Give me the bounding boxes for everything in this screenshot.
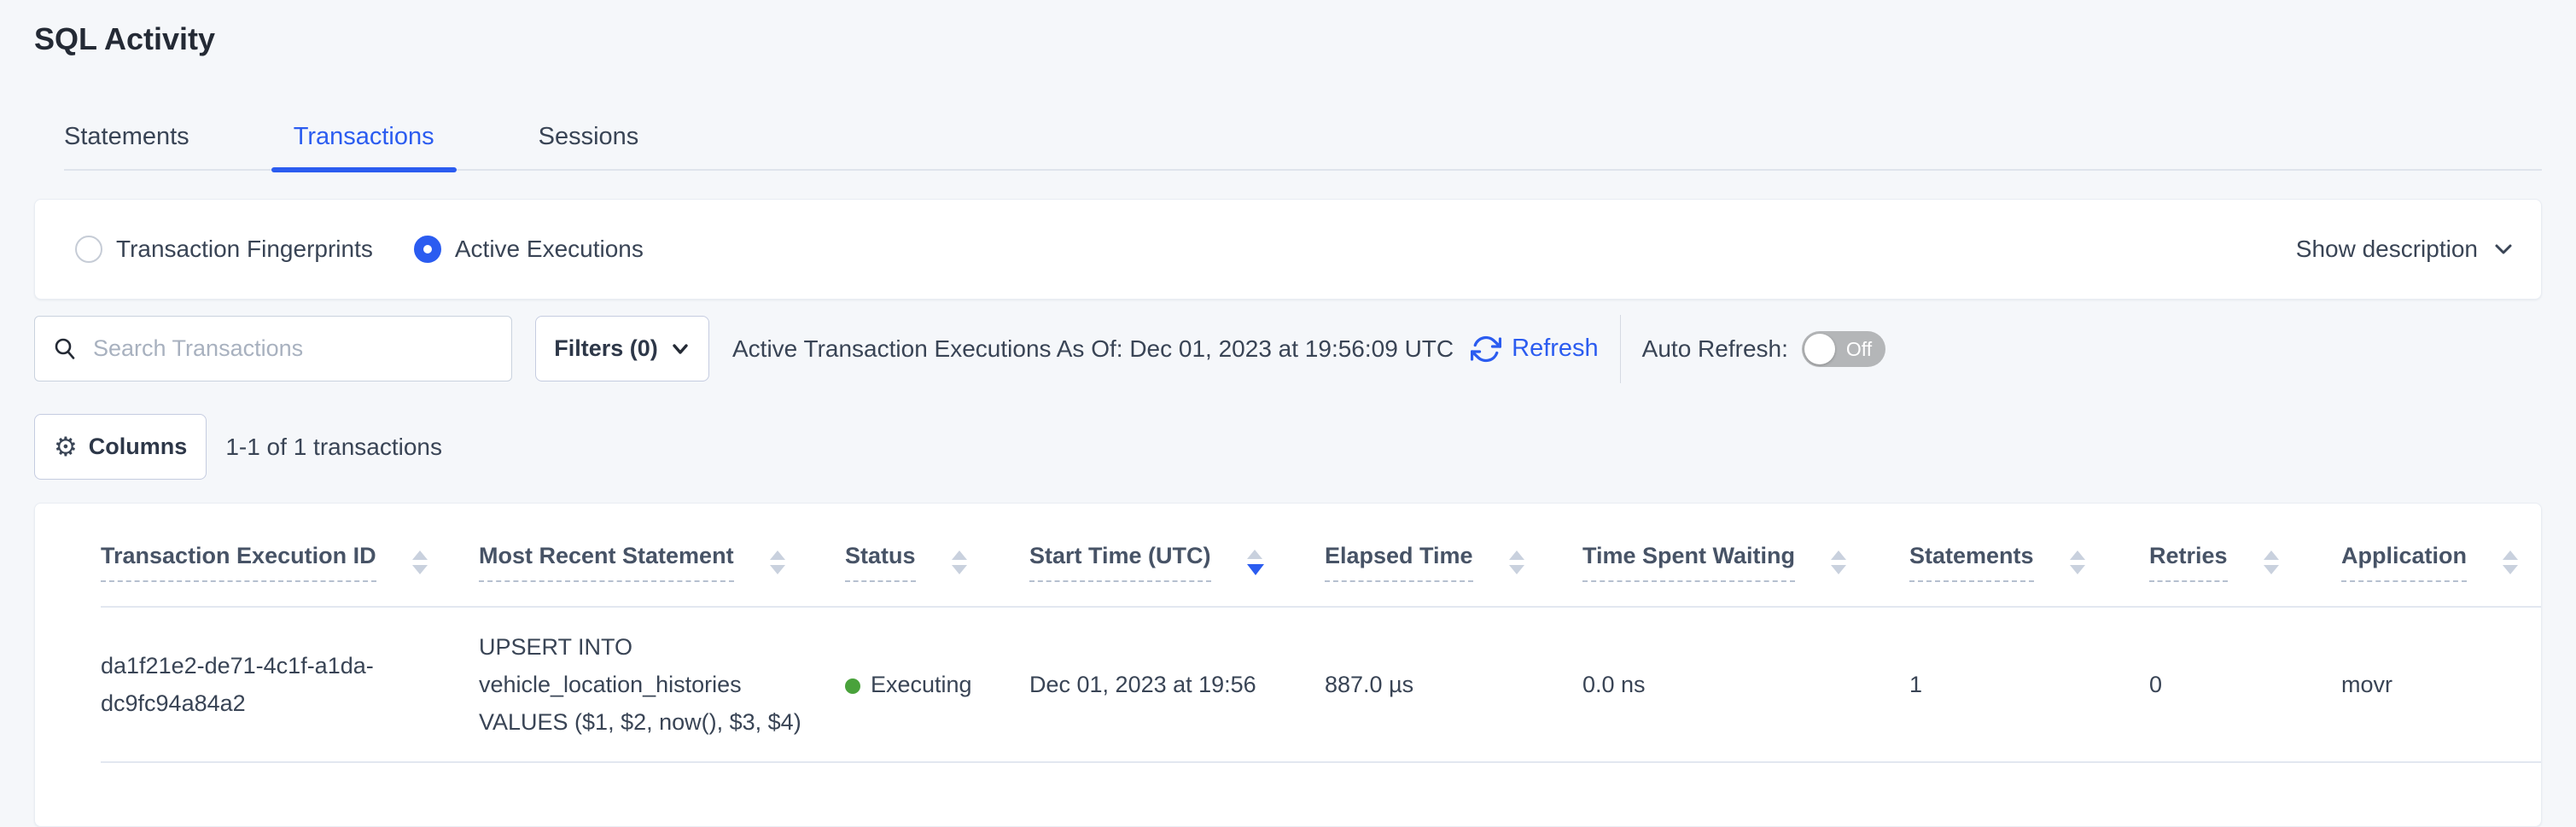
toggle-state-label: Off [1846, 331, 1872, 367]
status-text: Executing [871, 672, 972, 697]
col-label[interactable]: Retries [2149, 543, 2228, 582]
auto-refresh-toggle[interactable]: Off [1802, 331, 1885, 367]
sort-icon[interactable] [1247, 550, 1264, 575]
cell-retries: 0 [2149, 607, 2341, 762]
cell-statements: 1 [1909, 607, 2149, 762]
transactions-table-card: Transaction Execution ID Most Recent Sta… [34, 503, 2542, 827]
cell-most-recent-statement[interactable]: UPSERT INTO vehicle_location_histories V… [479, 607, 845, 762]
refresh-button[interactable]: Refresh [1471, 334, 1599, 364]
tab-transactions[interactable]: Transactions [294, 121, 434, 169]
radio-active-executions[interactable]: Active Executions [414, 236, 644, 263]
sort-icon[interactable] [1509, 550, 1524, 574]
columns-label: Columns [89, 434, 188, 460]
toggle-knob[interactable] [1804, 334, 1835, 364]
filters-button[interactable]: Filters (0) [535, 316, 709, 381]
col-label[interactable]: Status [845, 543, 916, 582]
radio-label: Active Executions [455, 236, 644, 263]
table-header-row: Transaction Execution ID Most Recent Sta… [101, 504, 2542, 607]
col-label[interactable]: Statements [1909, 543, 2034, 582]
col-label[interactable]: Elapsed Time [1325, 543, 1473, 582]
transactions-table: Transaction Execution ID Most Recent Sta… [101, 504, 2542, 763]
sort-icon[interactable] [770, 550, 785, 574]
sort-icon[interactable] [1831, 550, 1846, 574]
page-title: SQL Activity [34, 21, 2542, 57]
col-header-most-recent-statement[interactable]: Most Recent Statement [479, 504, 845, 607]
sort-icon[interactable] [2070, 550, 2085, 574]
show-description-button[interactable]: Show description [2296, 236, 2515, 263]
col-header-retries[interactable]: Retries [2149, 504, 2341, 607]
col-label[interactable]: Most Recent Statement [479, 543, 734, 582]
cell-transaction-execution-id[interactable]: da1f21e2-de71-4c1f-a1da-dc9fc94a84a2 [101, 607, 479, 762]
tab-sessions[interactable]: Sessions [539, 121, 639, 169]
search-input[interactable] [91, 335, 494, 363]
tab-statements[interactable]: Statements [64, 121, 189, 169]
col-header-statements[interactable]: Statements [1909, 504, 2149, 607]
vertical-divider [1620, 315, 1621, 383]
sort-icon[interactable] [412, 550, 428, 574]
radio-circle-icon[interactable] [75, 236, 102, 263]
refresh-label: Refresh [1512, 335, 1599, 363]
sort-icon[interactable] [2503, 550, 2518, 574]
radio-transaction-fingerprints[interactable]: Transaction Fingerprints [75, 236, 373, 263]
cell-elapsed-time: 887.0 µs [1325, 607, 1582, 762]
chevron-down-icon [670, 339, 691, 359]
radio-circle-icon[interactable] [414, 236, 441, 263]
columns-button[interactable]: ⚙ Columns [34, 414, 207, 480]
auto-refresh-label: Auto Refresh: [1642, 335, 1788, 363]
radio-label: Transaction Fingerprints [116, 236, 373, 263]
cell-time-spent-waiting: 0.0 ns [1582, 607, 1909, 762]
gear-icon: ⚙ [54, 434, 78, 460]
col-header-transaction-execution-id[interactable]: Transaction Execution ID [101, 504, 479, 607]
cell-application: movr [2341, 607, 2542, 762]
col-label[interactable]: Transaction Execution ID [101, 543, 376, 582]
col-header-start-time[interactable]: Start Time (UTC) [1029, 504, 1325, 607]
sql-activity-page: SQL Activity Statements Transactions Ses… [0, 21, 2576, 827]
filters-label: Filters (0) [554, 335, 658, 362]
col-label[interactable]: Start Time (UTC) [1029, 543, 1211, 582]
col-label[interactable]: Time Spent Waiting [1582, 543, 1795, 582]
table-row[interactable]: da1f21e2-de71-4c1f-a1da-dc9fc94a84a2 UPS… [101, 607, 2542, 762]
status-dot-icon [845, 678, 860, 694]
col-header-application[interactable]: Application [2341, 504, 2542, 607]
result-count: 1-1 of 1 transactions [225, 434, 442, 461]
col-header-elapsed-time[interactable]: Elapsed Time [1325, 504, 1582, 607]
view-mode-card: Transaction Fingerprints Active Executio… [34, 199, 2542, 300]
cell-start-time: Dec 01, 2023 at 19:56 [1029, 607, 1325, 762]
search-icon [52, 336, 78, 362]
cell-status: Executing [845, 607, 1029, 762]
col-label[interactable]: Application [2341, 543, 2467, 582]
tab-bar: Statements Transactions Sessions [64, 121, 2542, 171]
search-box[interactable] [34, 316, 512, 381]
controls-row: Filters (0) Active Transaction Execution… [34, 316, 2542, 381]
refresh-icon [1471, 334, 1501, 364]
as-of-timestamp: Active Transaction Executions As Of: Dec… [732, 335, 1454, 363]
chevron-down-icon [2491, 237, 2515, 261]
table-toolbar: ⚙ Columns 1-1 of 1 transactions [34, 414, 2542, 480]
sort-icon[interactable] [2264, 550, 2279, 574]
col-header-status[interactable]: Status [845, 504, 1029, 607]
show-description-label: Show description [2296, 236, 2478, 263]
col-header-time-spent-waiting[interactable]: Time Spent Waiting [1582, 504, 1909, 607]
sort-icon[interactable] [952, 550, 967, 574]
